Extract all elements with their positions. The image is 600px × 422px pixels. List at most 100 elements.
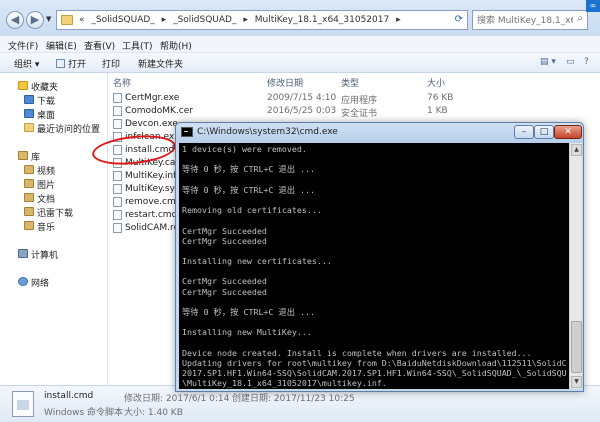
address-bar[interactable]: « _SolidSQUAD_ ▸ _SolidSQUAD_ ▸ MultiKey…: [56, 10, 468, 30]
console-line: Removing old certificates...: [182, 205, 322, 216]
table-row[interactable]: ComodoMK.cer 2016/5/25 0:03 安全证书 1 KB: [109, 106, 600, 119]
view-options-icon[interactable]: ▤ ▾: [540, 57, 556, 67]
print-button[interactable]: 打印: [102, 57, 120, 70]
console-scrollbar[interactable]: ▲ ▼: [569, 143, 582, 389]
column-type[interactable]: 类型: [341, 76, 359, 89]
console-line: CertMgr Succeeded: [182, 235, 267, 246]
sidebar-item-label: 文档: [37, 195, 56, 205]
menu-tools[interactable]: 工具(T): [122, 39, 153, 52]
menu-edit[interactable]: 编辑(E): [46, 39, 77, 52]
table-row[interactable]: CertMgr.exe 2009/7/15 4:10 应用程序 76 KB: [109, 93, 600, 106]
downloads-icon: [24, 95, 34, 104]
forward-button[interactable]: ▶: [26, 11, 44, 29]
menu-help[interactable]: 帮助(H): [160, 39, 192, 52]
breadcrumb-item[interactable]: _SolidSQUAD_: [173, 15, 236, 25]
sidebar-item-music[interactable]: 音乐: [0, 219, 108, 233]
close-button[interactable]: ✕: [554, 125, 582, 139]
back-button[interactable]: ◀: [6, 11, 24, 29]
file-date: 2016/5/25 0:03: [267, 106, 337, 116]
scroll-up-icon[interactable]: ▲: [571, 144, 582, 156]
navigation-pane: 收藏夹 下载 桌面 最近访问的位置 库 视频 图片 文档 迅雷下载 音乐 计算机…: [0, 73, 108, 385]
breadcrumb[interactable]: « _SolidSQUAD_ ▸ _SolidSQUAD_ ▸ MultiKey…: [79, 15, 405, 25]
file-type: 应用程序: [341, 96, 378, 106]
recent-pages-chevron-icon[interactable]: ▼: [46, 15, 51, 23]
open-button[interactable]: 打开: [56, 57, 86, 70]
console-line: Installing new certificates...: [182, 256, 332, 267]
help-icon[interactable]: ?: [584, 57, 589, 67]
refresh-icon[interactable]: ⟳: [455, 14, 463, 25]
console-line: Updating drivers for root\multikey from …: [182, 357, 566, 368]
file-name: remove.cmd: [125, 197, 182, 207]
column-date[interactable]: 修改日期: [267, 76, 303, 89]
file-name: ComodoMK.cer: [125, 106, 193, 116]
breadcrumb-separator[interactable]: ▸: [396, 15, 401, 25]
script-file-icon: [113, 210, 122, 220]
sidebar-item-favorites[interactable]: 收藏夹: [0, 79, 108, 93]
folder-icon: [61, 15, 73, 25]
cmd-title: C:\Windows\system32\cmd.exe: [197, 127, 338, 137]
console-line: Installing new MultiKey...: [182, 327, 312, 338]
preview-pane-icon[interactable]: ▭: [566, 57, 575, 67]
breadcrumb-item[interactable]: _SolidSQUAD_: [91, 15, 154, 25]
sidebar-item-label: 最近访问的位置: [37, 125, 101, 135]
maximize-button[interactable]: □: [534, 125, 554, 139]
console-line: 等待 0 秒，按 CTRL+C 退出 ...: [182, 164, 316, 175]
search-icon[interactable]: ⌕: [577, 13, 583, 24]
documents-icon: [24, 193, 34, 202]
breadcrumb-item[interactable]: MultiKey_18.1_x64_31052017: [255, 15, 389, 25]
videos-icon: [24, 165, 34, 174]
sidebar-item-documents[interactable]: 文档: [0, 191, 108, 205]
script-file-icon: [113, 197, 122, 207]
file-name: CertMgr.exe: [125, 93, 180, 103]
console-line: 2017.SP1.HF1.Win64-SSQ\SolidCAM.2017.SP1…: [182, 368, 566, 379]
menu-view[interactable]: 查看(V): [84, 39, 115, 52]
console-output[interactable]: 1 device(s) were removed. 等待 0 秒，按 CTRL+…: [179, 143, 582, 389]
menu-file[interactable]: 文件(F): [8, 39, 38, 52]
scrollbar-thumb[interactable]: [571, 321, 582, 373]
cmd-window[interactable]: C:\Windows\system32\cmd.exe – □ ✕ 1 devi…: [175, 122, 584, 392]
sidebar-item-recent[interactable]: 最近访问的位置: [0, 121, 108, 135]
file-type: 安全证书: [341, 109, 378, 119]
organize-button[interactable]: 组织 ▾: [14, 57, 39, 70]
console-line: Device node created. Install is complete…: [182, 347, 532, 358]
logo-icon: ∞: [586, 0, 600, 12]
cmd-title-bar[interactable]: C:\Windows\system32\cmd.exe – □ ✕: [176, 123, 583, 143]
sidebar-item-network[interactable]: 网络: [0, 275, 108, 289]
new-folder-button[interactable]: 新建文件夹: [138, 57, 183, 70]
sidebar-item-downloads[interactable]: 下载: [0, 93, 108, 107]
file-name: MultiKey.sys: [125, 184, 180, 194]
sidebar-item-computer[interactable]: 计算机: [0, 247, 108, 261]
breadcrumb-separator[interactable]: ▸: [243, 15, 248, 25]
thunder-download-icon: [24, 207, 34, 216]
sidebar-item-desktop[interactable]: 桌面: [0, 107, 108, 121]
file-list-header: 名称 修改日期 类型 大小: [109, 73, 600, 89]
console-line: CertMgr Succeeded: [182, 286, 267, 297]
file-name: Devcon.exe: [125, 119, 178, 129]
sidebar-item-pictures[interactable]: 图片: [0, 177, 108, 191]
search-box[interactable]: ⌕: [472, 10, 588, 30]
library-icon: [18, 151, 28, 160]
computer-icon: [18, 249, 28, 258]
scroll-down-icon[interactable]: ▼: [571, 376, 582, 388]
breadcrumb-separator[interactable]: ▸: [162, 15, 167, 25]
script-file-icon: [12, 391, 34, 417]
column-size[interactable]: 大小: [427, 76, 445, 89]
sidebar-item-thunder-downloads[interactable]: 迅雷下载: [0, 205, 108, 219]
star-icon: [18, 81, 28, 90]
minimize-button[interactable]: –: [514, 125, 534, 139]
inf-file-icon: [113, 171, 122, 181]
sidebar-item-label: 桌面: [37, 111, 56, 121]
sidebar-item-videos[interactable]: 视频: [0, 163, 108, 177]
pictures-icon: [24, 179, 34, 188]
search-input[interactable]: [477, 14, 573, 27]
column-name[interactable]: 名称: [113, 76, 131, 89]
breadcrumb-overflow[interactable]: «: [79, 15, 85, 25]
console-line: \MultiKey_18.1_x64_31052017\multikey.inf…: [182, 378, 387, 389]
music-icon: [24, 221, 34, 230]
